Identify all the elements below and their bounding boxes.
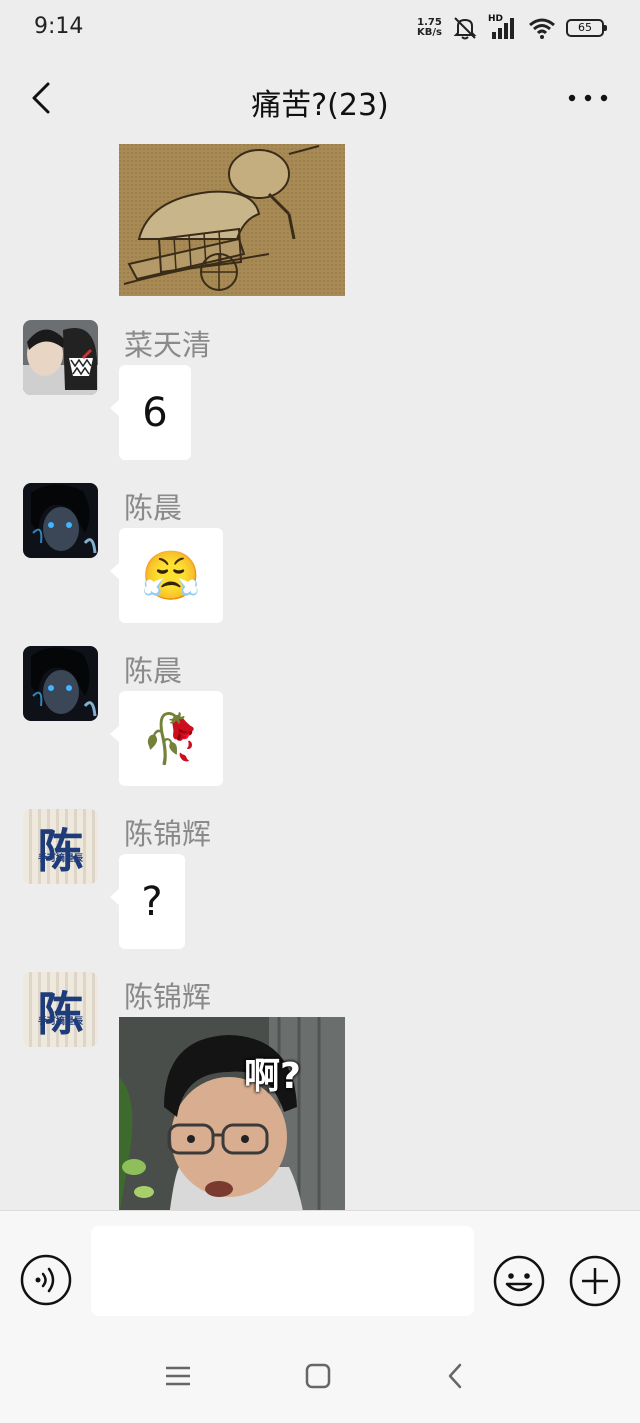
message-input[interactable] bbox=[91, 1226, 474, 1316]
chat-header: 痛苦?(23) bbox=[0, 56, 640, 144]
avatar[interactable] bbox=[23, 483, 98, 558]
message-list[interactable]: 菜天清 6 陈晨 😤 陈晨 🥀 陈 手可摘星辰 陈锦辉 ? 陈 手可摘星辰 陈锦… bbox=[0, 144, 640, 1210]
status-time: 9:14 bbox=[34, 14, 84, 39]
angry-face-emoji: 😤 bbox=[141, 547, 201, 604]
system-navigation-bar bbox=[0, 1328, 640, 1423]
wifi-icon bbox=[529, 18, 555, 39]
emoji-button[interactable] bbox=[492, 1254, 546, 1308]
avatar[interactable]: 陈 手可摘星辰 bbox=[23, 809, 98, 884]
emoji-bubble[interactable]: 🥀 bbox=[110, 691, 223, 786]
sender-name: 陈晨 bbox=[124, 491, 183, 525]
sender-name: 陈锦辉 bbox=[124, 980, 212, 1014]
sender-name: 陈晨 bbox=[124, 654, 183, 688]
avatar[interactable]: 陈 手可摘星辰 bbox=[23, 972, 98, 1047]
emoji-bubble[interactable]: 😤 bbox=[110, 528, 223, 623]
text-bubble[interactable]: 6 bbox=[110, 365, 191, 460]
network-speed: 1.75 KB/s bbox=[417, 17, 442, 38]
input-bar bbox=[0, 1210, 640, 1328]
text-bubble[interactable]: ? bbox=[110, 854, 185, 949]
message-text: 6 bbox=[142, 389, 168, 436]
mute-bell-icon bbox=[453, 17, 477, 40]
meme-caption: 啊? bbox=[244, 1056, 301, 1097]
painting-image bbox=[119, 144, 345, 296]
message-text: ? bbox=[141, 878, 163, 925]
voice-input-button[interactable] bbox=[20, 1254, 72, 1306]
battery-icon: 65 bbox=[566, 19, 607, 37]
menu-icon[interactable] bbox=[160, 1358, 196, 1394]
meme-image bbox=[119, 1017, 345, 1210]
image-message[interactable] bbox=[119, 144, 345, 296]
avatar-small-text: 手可摘星辰 bbox=[37, 854, 83, 864]
avatar[interactable] bbox=[23, 646, 98, 721]
status-bar: 9:14 1.75 KB/s HD 65 bbox=[0, 0, 640, 56]
avatar-small-text: 手可摘星辰 bbox=[37, 1017, 83, 1027]
avatar[interactable] bbox=[23, 320, 98, 395]
avatar-big-char: 陈 bbox=[37, 987, 84, 1041]
more-options-button[interactable] bbox=[566, 86, 610, 110]
wilted-flower-emoji: 🥀 bbox=[141, 710, 201, 767]
avatar-big-char: 陈 bbox=[37, 824, 84, 878]
sender-name: 菜天清 bbox=[124, 328, 212, 362]
cellular-signal-icon: HD bbox=[488, 14, 518, 40]
page-title: 痛苦?(23) bbox=[251, 88, 389, 123]
home-icon[interactable] bbox=[300, 1358, 336, 1394]
sender-name: 陈锦辉 bbox=[124, 817, 212, 851]
back-nav-icon[interactable] bbox=[438, 1358, 474, 1394]
status-icons: 1.75 KB/s HD 65 bbox=[417, 14, 607, 42]
image-message[interactable]: 啊? bbox=[119, 1017, 345, 1210]
more-functions-button[interactable] bbox=[568, 1254, 622, 1308]
